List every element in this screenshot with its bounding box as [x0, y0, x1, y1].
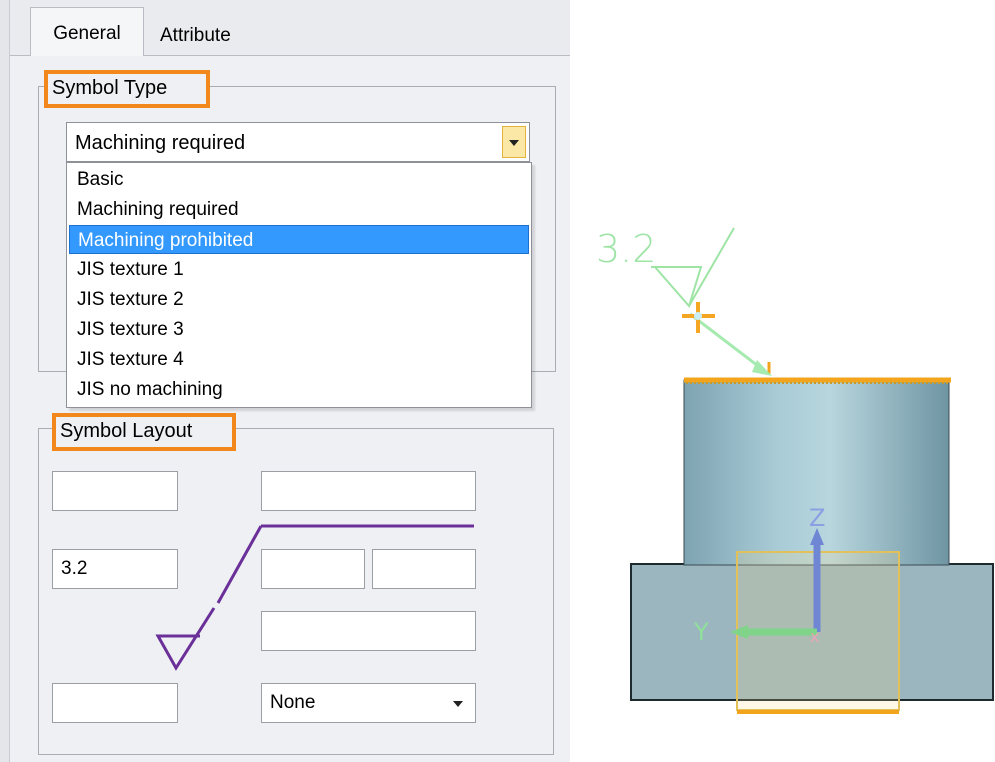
cad-viewport[interactable]: Z Y x 3.2 — [0, 0, 995, 762]
annotation-v-triangle — [652, 266, 703, 309]
axis-z-label: Z — [809, 504, 825, 532]
leader-line — [689, 312, 767, 374]
axis-y-label: Y — [693, 618, 709, 646]
cursor-point — [694, 312, 702, 320]
roughness-annotation-label: 3.2 — [596, 227, 656, 271]
axis-origin-x-mark: x — [810, 627, 819, 646]
